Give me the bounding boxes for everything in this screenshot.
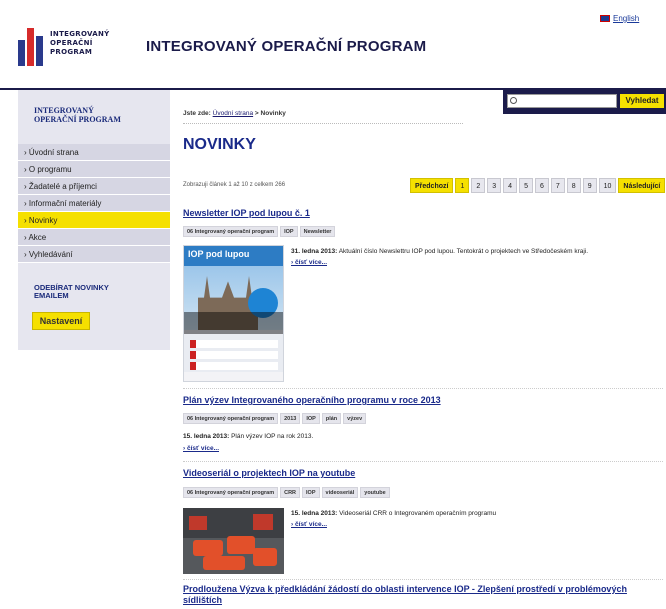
article-meta: 15. ledna 2013: Videoseriál CRR o Integr…: [291, 510, 497, 517]
article-divider: [183, 579, 663, 580]
tag[interactable]: videoseriál: [321, 487, 359, 498]
read-more-link[interactable]: › čísť více...: [183, 445, 219, 452]
tag[interactable]: výzev: [343, 413, 367, 424]
thumbnail-title: IOP pod lupou: [188, 249, 250, 259]
tag[interactable]: 2013: [280, 413, 301, 424]
newsletter-thumbnail[interactable]: IOP pod lupou: [183, 245, 284, 382]
page-title: NOVINKY: [183, 136, 256, 153]
pagination: Předchozí 1 2 3 4 5 6 7 8 9 10 Následují…: [410, 178, 666, 193]
breadcrumb-home-link[interactable]: Úvodní strana: [213, 110, 253, 117]
pager-page-4[interactable]: 4: [503, 178, 518, 193]
article-tags: 06 Integrovaný operační program CRR IOP …: [183, 487, 390, 498]
article-title-link[interactable]: Plán výzev Integrovaného operačního prog…: [183, 395, 441, 405]
sidebar-item-akce[interactable]: › Akce: [18, 229, 170, 246]
pager-next-button[interactable]: Následující: [618, 178, 666, 193]
breadcrumb-divider: [183, 123, 463, 124]
tag[interactable]: youtube: [360, 487, 390, 498]
pager-page-10[interactable]: 10: [598, 178, 617, 193]
breadcrumb: Jste zde: Úvodní strana > Novinky: [183, 110, 286, 117]
tag[interactable]: Newsletter: [299, 226, 336, 237]
logo-bar-icon: [18, 40, 25, 66]
pager-page-7[interactable]: 7: [550, 178, 565, 193]
article-tags: 06 Integrovaný operační program 2013 IOP…: [183, 413, 367, 424]
sidebar-item-vyhledavani[interactable]: › Vyhledávání: [18, 246, 170, 263]
sidebar-item-zadatele[interactable]: › Žadatelé a příjemci: [18, 178, 170, 195]
settings-button[interactable]: Nastavení: [32, 312, 90, 330]
sidebar-item-novinky[interactable]: › Novinky: [18, 212, 170, 229]
sidebar-heading: INTEGROVANÝ OPERAČNÍ PROGRAM: [34, 106, 121, 124]
article-title-link[interactable]: Prodloužena Výzva k předkládání žádostí …: [183, 584, 663, 606]
pager-page-2[interactable]: 2: [471, 178, 486, 193]
pager-page-6[interactable]: 6: [534, 178, 549, 193]
pager-prev-button[interactable]: Předchozí: [410, 178, 454, 193]
logo-bar-icon: [36, 36, 43, 66]
pager-page-8[interactable]: 8: [566, 178, 581, 193]
article-tags: 06 Integrovaný operační program IOP News…: [183, 226, 336, 237]
subscribe-heading: ODEBÍRAT NOVINKY EMAILEM: [34, 283, 109, 300]
site-title: INTEGROVANÝ OPERAČNÍ PROGRAM: [146, 38, 427, 55]
article-title-link[interactable]: Videoseriál o projektech IOP na youtube: [183, 468, 355, 478]
tag[interactable]: 06 Integrovaný operační program: [183, 226, 279, 237]
results-summary: Zobrazuji článek 1 až 10 z celkem 266: [183, 182, 286, 188]
pager-page-3[interactable]: 3: [487, 178, 502, 193]
logo-text: INTEGROVANÝ OPERAČNÍ PROGRAM: [50, 30, 110, 56]
breadcrumb-current: Novinky: [260, 110, 286, 117]
sidebar-nav: › Úvodní strana › O programu › Žadatelé …: [18, 144, 170, 263]
iop-logo[interactable]: INTEGROVANÝ OPERAČNÍ PROGRAM: [18, 28, 118, 66]
read-more-link[interactable]: › čísť více...: [291, 521, 327, 528]
video-thumbnail[interactable]: [183, 508, 284, 574]
logo-bar-icon: [27, 28, 34, 66]
main-content: Jste zde: Úvodní strana > Novinky NOVINK…: [183, 90, 666, 609]
article-meta: 15. ledna 2013: Plán výzev IOP na rok 20…: [183, 433, 314, 440]
pager-page-9[interactable]: 9: [582, 178, 597, 193]
tag[interactable]: IOP: [302, 413, 320, 424]
article-title-link[interactable]: Newsletter IOP pod lupou č. 1: [183, 208, 310, 218]
article-divider: [183, 388, 663, 389]
pager-page-5[interactable]: 5: [519, 178, 533, 193]
sidebar-item-o-programu[interactable]: › O programu: [18, 161, 170, 178]
article-divider: [183, 461, 663, 462]
sidebar: INTEGROVANÝ OPERAČNÍ PROGRAM › Úvodní st…: [18, 90, 170, 350]
uk-flag-icon: [600, 15, 610, 22]
article-meta: 31. ledna 2013: Aktuální číslo Newslettr…: [291, 248, 589, 255]
sidebar-item-informacni-materialy[interactable]: › Informační materiály: [18, 195, 170, 212]
pager-page-1[interactable]: 1: [455, 178, 470, 193]
tag[interactable]: plán: [321, 413, 342, 424]
tag[interactable]: IOP: [280, 226, 298, 237]
tag[interactable]: CRR: [280, 487, 301, 498]
tag[interactable]: 06 Integrovaný operační program: [183, 413, 279, 424]
header: INTEGROVANÝ OPERAČNÍ PROGRAM INTEGROVANÝ…: [0, 0, 666, 90]
tag[interactable]: IOP: [302, 487, 320, 498]
sidebar-item-uvodni-strana[interactable]: › Úvodní strana: [18, 144, 170, 161]
language-link[interactable]: English: [600, 14, 639, 23]
read-more-link[interactable]: › čísť více...: [291, 259, 327, 266]
tag[interactable]: 06 Integrovaný operační program: [183, 487, 279, 498]
